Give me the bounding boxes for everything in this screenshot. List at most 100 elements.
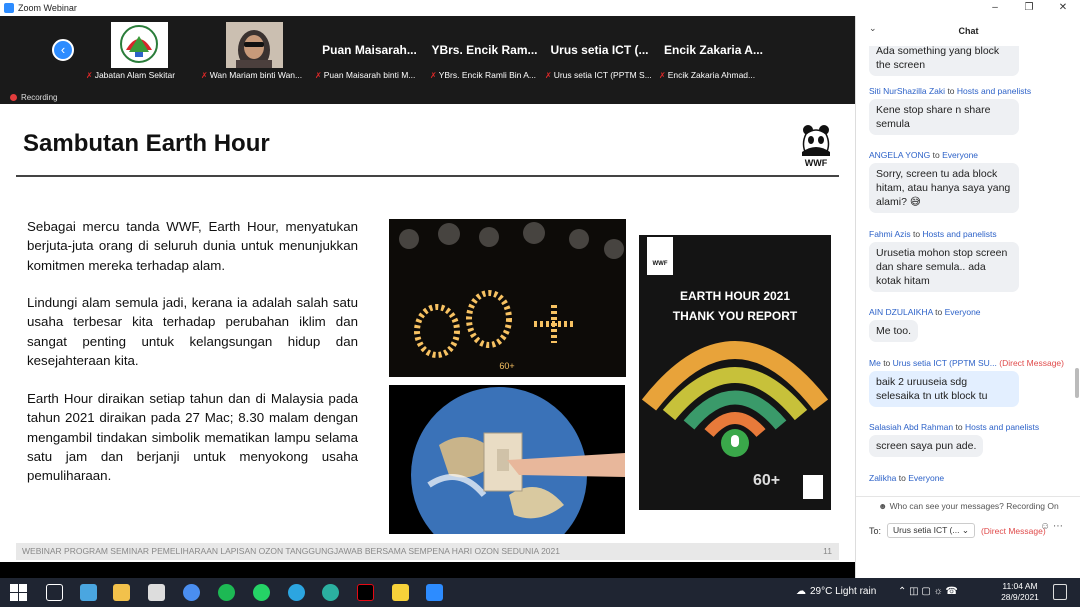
mic-muted-icon: ✗	[545, 70, 552, 80]
wwf-panda-logo: WWF	[798, 122, 834, 168]
window-title: Zoom Webinar	[18, 3, 77, 13]
agency-logo	[111, 22, 168, 68]
chat-message-header: Me to Urus setia ICT (PPTM SU... (Direct…	[869, 358, 1064, 368]
chat-message-header: Siti NurShazilla Zaki to Hosts and panel…	[869, 86, 1032, 96]
close-button[interactable]: ✕	[1046, 0, 1080, 16]
earth-switch-photo	[389, 385, 625, 534]
slide-page-number: 11	[823, 546, 832, 556]
slide-footer: WEBINAR PROGRAM SEMINAR PEMELIHARAAN LAP…	[16, 543, 839, 560]
chat-message: Zalikha to Everyone	[856, 473, 944, 483]
chevron-down-icon[interactable]: ⌄	[869, 23, 877, 34]
chat-title: Chat	[958, 26, 979, 36]
task-view-icon[interactable]	[80, 584, 97, 601]
participant-name: Puan Maisarah binti M...	[323, 70, 416, 80]
participant-tile[interactable]: ✗ Jabatan Alam Sekitar	[84, 18, 197, 82]
chat-actions: ☺ ⋯	[1040, 521, 1063, 532]
participant-display-name: Puan Maisarah...	[322, 43, 417, 57]
minimize-button[interactable]: –	[978, 0, 1012, 16]
participant-video-strip: ‹ ✗ Jabatan Alam Sekitar ✗ Wan Mariam bi…	[0, 16, 855, 104]
slide-title: Sambutan Earth Hour	[23, 130, 270, 157]
participant-tile[interactable]: Urus setia ICT (... ✗ Urus setia ICT (PPT…	[543, 18, 656, 82]
participant-name: Jabatan Alam Sekitar	[94, 70, 176, 80]
search-icon[interactable]	[46, 584, 63, 601]
record-icon	[10, 94, 17, 101]
slide-paragraph: Sebagai mercu tanda WWF, Earth Hour, men…	[27, 219, 358, 273]
chat-message-list[interactable]: Ada something yang block the screen Siti…	[856, 46, 1080, 496]
chat-message-header: Salasiah Abd Rahman to Hosts and panelis…	[869, 422, 1040, 432]
chat-message-text: Me too.	[869, 320, 919, 342]
file-explorer-icon[interactable]	[113, 584, 130, 601]
mic-muted-icon: ✗	[201, 70, 208, 80]
candles-photo: 60+	[389, 219, 626, 377]
chat-privacy-notice[interactable]: ☻ Who can see your messages? Recording O…	[856, 496, 1080, 514]
store-icon[interactable]	[148, 584, 165, 601]
netflix-icon[interactable]	[357, 584, 374, 601]
shared-screen-slide: Sambutan Earth Hour WWF Sebagai mercu ta…	[0, 104, 855, 562]
chat-message-text: screen saya pun ade.	[869, 435, 984, 457]
strip-previous-button[interactable]: ‹	[52, 39, 74, 61]
recipient-select[interactable]: Urus setia ICT (... ⌄	[887, 523, 975, 538]
chat-message-header: ANGELA YONG to Everyone	[869, 150, 979, 160]
recording-indicator[interactable]: Recording	[10, 93, 57, 102]
people-icon: ☻	[878, 501, 888, 511]
candles-text: 60+	[499, 361, 514, 371]
direct-message-label: (Direct Message)	[980, 525, 1046, 536]
notification-icon[interactable]	[1053, 584, 1067, 600]
more-icon[interactable]: ⋯	[1053, 521, 1063, 532]
chat-panel: ⌄ Chat Ada something yang block the scre…	[855, 16, 1080, 578]
chat-message-text: Urusetia mohon stop screen dan share sem…	[869, 242, 1019, 292]
telegram-icon[interactable]	[288, 584, 305, 601]
participant-name: Wan Mariam binti Wan...	[209, 70, 303, 80]
chat-message-text: Kene stop share n share semula	[869, 99, 1019, 135]
maximize-button[interactable]: ❐	[1012, 0, 1046, 16]
sticky-notes-icon[interactable]	[392, 584, 409, 601]
chat-message: ANGELA YONG to Everyone Sorry, screen tu…	[856, 150, 1019, 213]
system-tray[interactable]: ⌃ ◫ ▢ ☼ ☎	[898, 586, 958, 597]
mic-muted-icon: ✗	[430, 70, 437, 80]
mic-muted-icon: ✗	[315, 70, 322, 80]
chat-message-header: Zalikha to Everyone	[869, 473, 945, 483]
windows-start-icon[interactable]	[10, 584, 27, 601]
whatsapp-icon[interactable]	[253, 584, 270, 601]
spotify-icon[interactable]	[218, 584, 235, 601]
chat-message: Siti NurShazilla Zaki to Hosts and panel…	[856, 86, 1031, 135]
recording-label: Recording	[21, 93, 58, 102]
chat-message-header: Fahmi Azis to Hosts and panelists	[869, 229, 997, 239]
chat-header: ⌄ Chat	[856, 16, 1080, 46]
weather-widget[interactable]: ☁ 29°C Light rain	[796, 586, 876, 597]
chat-message-text: Ada something yang block the screen	[869, 46, 1019, 76]
poster-wwf-mark: WWF	[653, 261, 668, 267]
participant-tile[interactable]: Puan Maisarah... ✗ Puan Maisarah binti M.…	[313, 18, 426, 82]
slide-footer-text: WEBINAR PROGRAM SEMINAR PEMELIHARAAN LAP…	[22, 546, 560, 556]
participant-name: Urus setia ICT (PPTM S...	[553, 70, 652, 80]
chat-recipient-row: To: Urus setia ICT (... ⌄ (Direct Messag…	[869, 523, 1046, 538]
emoji-icon[interactable]: ☺	[1040, 521, 1050, 532]
participant-display-name: Encik Zakaria A...	[664, 43, 763, 57]
zoom-app-icon	[4, 3, 14, 13]
participant-name: Encik Zakaria Ahmad...	[667, 70, 756, 80]
chat-message: Salasiah Abd Rahman to Hosts and panelis…	[856, 422, 1039, 457]
zoom-taskbar-icon[interactable]	[426, 584, 443, 601]
chrome-icon[interactable]	[183, 584, 200, 601]
chat-message: Ada something yang block the screen	[856, 46, 1019, 76]
windows-taskbar: ☁ 29°C Light rain ⌃ ◫ ▢ ☼ ☎ 11:04 AM 28/…	[0, 578, 1080, 607]
mic-muted-icon: ✗	[86, 70, 93, 80]
chat-scrollbar[interactable]	[1075, 368, 1079, 398]
chat-message: AIN DZULAIKHA to Everyone Me too.	[856, 307, 981, 342]
poster-title: EARTH HOUR 2021 THANK YOU REPORT	[672, 289, 798, 323]
edge-icon[interactable]	[322, 584, 339, 601]
screen-share-bottom-bar	[0, 562, 855, 578]
slide-paragraph: Lindungi alam semula jadi, kerana ia ada…	[27, 295, 358, 368]
participant-tile[interactable]: ✗ Wan Mariam binti Wan...	[199, 18, 312, 82]
participant-tile[interactable]: Encik Zakaria A... ✗ Encik Zakaria Ahmad.…	[657, 18, 770, 82]
title-divider	[16, 175, 839, 177]
taskbar-clock[interactable]: 11:04 AM 28/9/2021	[997, 581, 1043, 603]
mic-muted-icon: ✗	[659, 70, 666, 80]
chat-message-text: baik 2 uruuseia sdg selesaika tn utk blo…	[869, 371, 1019, 407]
earth-hour-report-poster: WWF EARTH HOUR 2021 THANK YOU REPORT 60+	[639, 235, 831, 510]
svg-text:WWF: WWF	[805, 158, 828, 168]
slide-paragraph: Earth Hour diraikan setiap tahun dan di …	[27, 391, 358, 484]
window-title-bar: Zoom Webinar – ❐ ✕	[0, 0, 1080, 16]
participant-tile[interactable]: YBrs. Encik Ram... ✗ YBrs. Encik Ramli Bi…	[428, 18, 541, 82]
participant-display-name: YBrs. Encik Ram...	[431, 43, 538, 57]
